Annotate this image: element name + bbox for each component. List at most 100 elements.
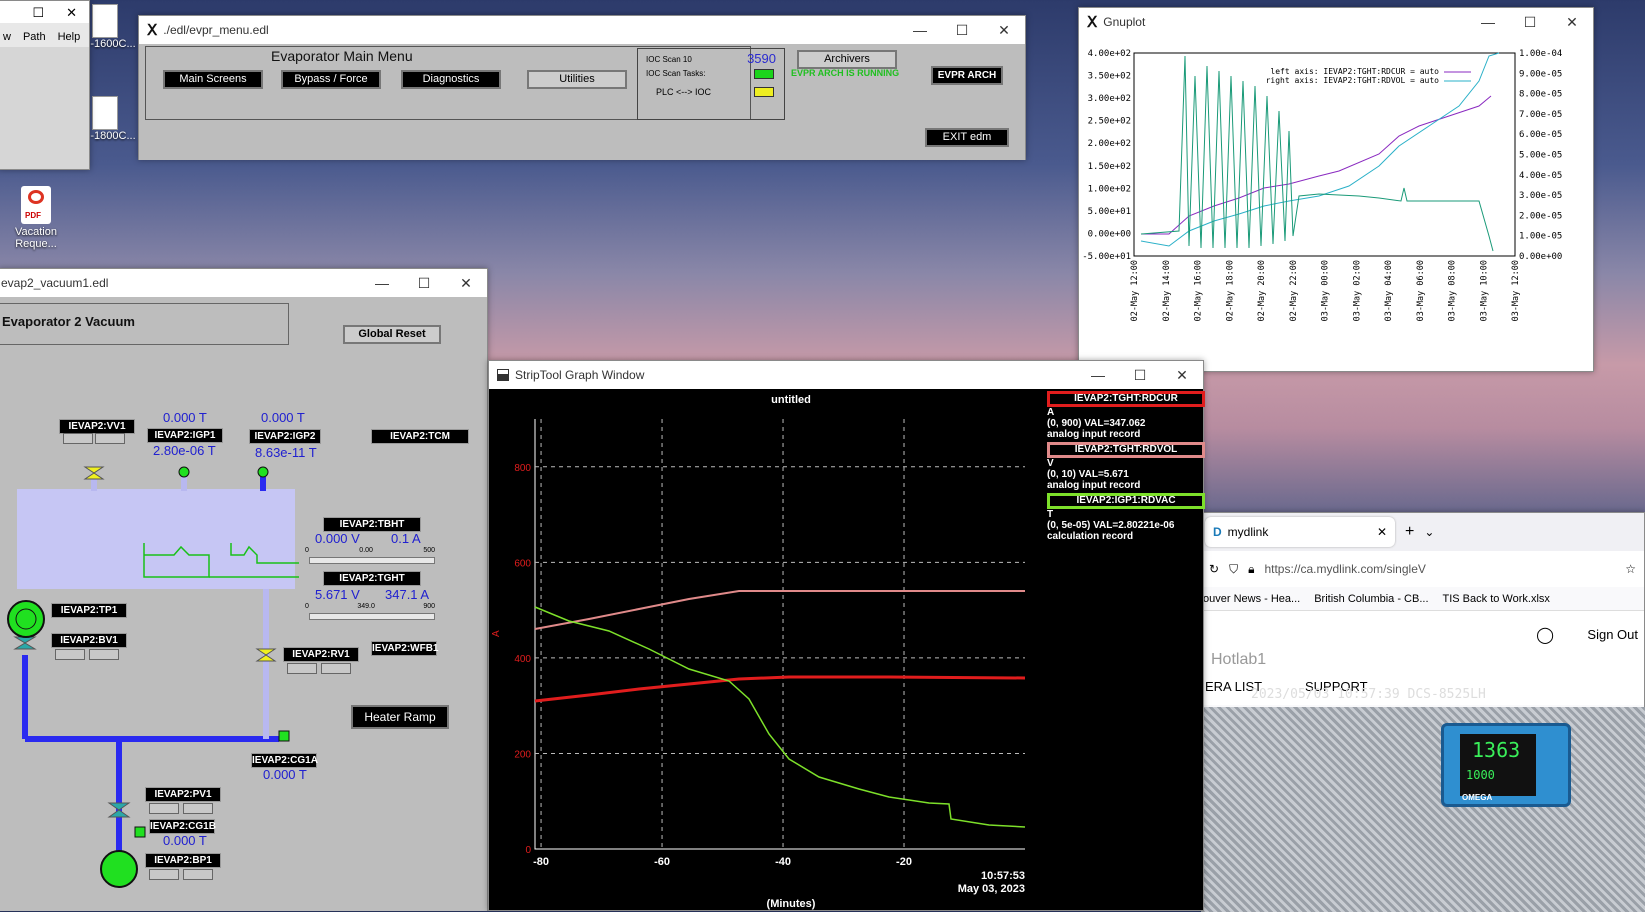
maximize-icon[interactable]: ☐ bbox=[1119, 361, 1161, 389]
diagnostics-button[interactable]: Diagnostics bbox=[401, 70, 501, 89]
bypass-force-button[interactable]: Bypass / Force bbox=[281, 70, 381, 89]
gnuplot-x-tick: 02-May 22:00 bbox=[1289, 260, 1299, 321]
sign-out-link[interactable]: Sign Out bbox=[1587, 627, 1638, 642]
reload-icon[interactable]: ↻ bbox=[1209, 562, 1219, 576]
bp1-open-button[interactable] bbox=[149, 869, 179, 880]
vv1-open-button[interactable] bbox=[63, 433, 93, 444]
close-icon[interactable]: ✕ bbox=[445, 269, 487, 297]
strip-y-tick: 0 bbox=[525, 845, 531, 856]
gnuplot-y-right-tick: 7.00e-05 bbox=[1519, 110, 1562, 120]
gnuplot-x-tick: 02-May 18:00 bbox=[1225, 260, 1235, 321]
vv1-torr-value: 0.000 T bbox=[163, 410, 207, 425]
gnuplot-y-left-tick: 2.00e+02 bbox=[1088, 139, 1131, 149]
gnuplot-y-right-tick: 6.00e-05 bbox=[1519, 130, 1562, 140]
pv-tcm[interactable]: IEVAP2:TCM bbox=[371, 429, 469, 444]
strip-x-ticks: -80 -60 -40 -20 bbox=[533, 856, 912, 868]
bookmark-item-1[interactable]: ouver News - Hea... bbox=[1203, 593, 1300, 605]
controller-reading: 1363 bbox=[1472, 738, 1521, 762]
pv-bp1[interactable]: IEVAP2:BP1 bbox=[145, 853, 221, 868]
menu-item-help[interactable]: Help bbox=[58, 31, 81, 47]
pv-pv1[interactable]: IEVAP2:PV1 bbox=[145, 787, 221, 802]
tab-mydlink[interactable]: D mydlink ✕ bbox=[1205, 517, 1395, 547]
pv-cg1b[interactable]: IEVAP2:CG1B bbox=[149, 819, 216, 834]
url-field[interactable]: https://ca.mydlink.com/singleV bbox=[1264, 562, 1615, 576]
bookmark-item-3[interactable]: TIS Back to Work.xlsx bbox=[1443, 593, 1550, 605]
vacuum-panel: Evaporator 2 Vacuum Global Reset Heater … bbox=[0, 297, 487, 911]
bv1-close-button[interactable] bbox=[89, 649, 119, 660]
minimize-icon[interactable]: — bbox=[899, 16, 941, 44]
document-icon bbox=[92, 4, 118, 38]
strip-legend-pv-name: IEVAP2:IGP1:RDVAC bbox=[1047, 493, 1205, 509]
lock-icon: 🔒︎ bbox=[1248, 561, 1255, 576]
strip-legend-item[interactable]: IEVAP2:TGHT:RDCUR A (0, 900) VAL=347.062 an… bbox=[1047, 391, 1205, 440]
minimize-icon[interactable]: — bbox=[1467, 8, 1509, 36]
tght-slider[interactable] bbox=[309, 613, 435, 620]
maximize-icon[interactable]: ☐ bbox=[941, 16, 983, 44]
pv1-open-button[interactable] bbox=[149, 803, 179, 814]
desktop-file-icon-1[interactable]: -1600C... bbox=[88, 4, 138, 50]
pv-igp1[interactable]: IEVAP2:IGP1 bbox=[147, 428, 223, 443]
gnuplot-y-right-tick: 1.00e-04 bbox=[1519, 49, 1562, 59]
pv-tbht[interactable]: IEVAP2:TBHT bbox=[323, 517, 421, 532]
tght-scale: 0 349.0 900 bbox=[305, 603, 435, 610]
pv-tght[interactable]: IEVAP2:TGHT bbox=[323, 571, 421, 586]
new-tab-icon[interactable]: + bbox=[1405, 523, 1414, 541]
gnuplot-series-igp1 bbox=[1140, 55, 1494, 252]
evpr-menu-window: Ⅹ ./edl/evpr_menu.edl — ☐ ✕ Evaporator Mai… bbox=[138, 15, 1026, 160]
gnuplot-y-left-tick: 2.50e+02 bbox=[1088, 117, 1131, 127]
pv-bv1[interactable]: IEVAP2:BV1 bbox=[51, 633, 127, 648]
gnuplot-x-tick: 03-May 06:00 bbox=[1416, 260, 1426, 321]
rv1-open-button[interactable] bbox=[287, 663, 317, 674]
close-tab-icon[interactable]: ✕ bbox=[1377, 525, 1387, 539]
vv1-close-button[interactable] bbox=[95, 433, 125, 444]
user-icon[interactable]: ◯ bbox=[1536, 625, 1554, 645]
desktop-pdf-icon[interactable]: PDF Vacation Reque... bbox=[6, 186, 66, 250]
maximize-icon[interactable]: ☐ bbox=[403, 269, 445, 297]
utilities-button[interactable]: Utilities bbox=[527, 70, 627, 89]
minimize-icon[interactable]: — bbox=[361, 269, 403, 297]
bv1-open-button[interactable] bbox=[55, 649, 85, 660]
gnuplot-x-tick: 03-May 08:00 bbox=[1448, 260, 1458, 321]
bookmark-item-2[interactable]: British Columbia - CB... bbox=[1314, 593, 1428, 605]
tbht-slider[interactable] bbox=[309, 557, 435, 564]
tght-amp-value: 347.1 A bbox=[385, 587, 430, 602]
maximize-icon[interactable]: ☐ bbox=[32, 5, 44, 23]
tab-title: mydlink bbox=[1227, 525, 1269, 539]
strip-legend-rec: calculation record bbox=[1047, 531, 1134, 542]
bp1-close-button[interactable] bbox=[183, 869, 213, 880]
bookmark-star-icon[interactable]: ☆ bbox=[1625, 562, 1636, 576]
strip-legend-unit: V bbox=[1047, 458, 1054, 469]
rv1-close-button[interactable] bbox=[321, 663, 351, 674]
browser-window: D mydlink ✕ + ⌄ ↻ ⛉ 🔒︎ https://ca.mydlin… bbox=[1200, 512, 1645, 912]
strip-series-rdvol bbox=[534, 590, 1025, 630]
menu-item-path[interactable]: Path bbox=[23, 31, 46, 47]
pv-wfb1[interactable]: IEVAP2:WFB1 bbox=[371, 641, 439, 656]
exit-edm-button[interactable]: EXIT edm bbox=[925, 128, 1009, 147]
desktop-file-icon-2[interactable]: -1800C... bbox=[88, 96, 138, 142]
close-icon[interactable]: ✕ bbox=[66, 5, 77, 23]
evpr-arch-button[interactable]: EVPR ARCH bbox=[931, 66, 1003, 85]
archivers-button[interactable]: Archivers bbox=[797, 50, 897, 69]
tbht-scale: 0 0.00 500 bbox=[305, 547, 435, 554]
minimize-icon[interactable]: — bbox=[1077, 361, 1119, 389]
close-icon[interactable]: ✕ bbox=[1161, 361, 1203, 389]
strip-y-tick: 200 bbox=[514, 749, 531, 760]
pv-tp1[interactable]: IEVAP2:TP1 bbox=[51, 603, 127, 618]
pv-vv1[interactable]: IEVAP2:VV1 bbox=[59, 419, 135, 434]
ioc-tasks-indicator bbox=[754, 69, 774, 79]
strip-grid bbox=[534, 419, 1025, 850]
pv-rv1[interactable]: IEVAP2:RV1 bbox=[283, 647, 359, 662]
maximize-icon[interactable]: ☐ bbox=[1509, 8, 1551, 36]
close-icon[interactable]: ✕ bbox=[983, 16, 1025, 44]
close-icon[interactable]: ✕ bbox=[1551, 8, 1593, 36]
strip-legend-range: (0, 10) VAL=5.671 bbox=[1047, 469, 1129, 480]
controller-brand: OMEGA bbox=[1462, 793, 1493, 802]
main-screens-button[interactable]: Main Screens bbox=[163, 70, 263, 89]
pv-igp2[interactable]: IEVAP2:IGP2 bbox=[249, 429, 321, 444]
tab-list-icon[interactable]: ⌄ bbox=[1424, 525, 1434, 539]
pv-cg1a[interactable]: IEVAP2:CG1A bbox=[251, 753, 318, 768]
pv1-close-button[interactable] bbox=[183, 803, 213, 814]
strip-legend-item[interactable]: IEVAP2:TGHT:RDVOL V (0, 10) VAL=5.671 analo… bbox=[1047, 442, 1205, 491]
strip-legend-item[interactable]: IEVAP2:IGP1:RDVAC T (0, 5e-05) VAL=2.80221… bbox=[1047, 493, 1205, 542]
menu-item-w[interactable]: w bbox=[3, 31, 11, 47]
